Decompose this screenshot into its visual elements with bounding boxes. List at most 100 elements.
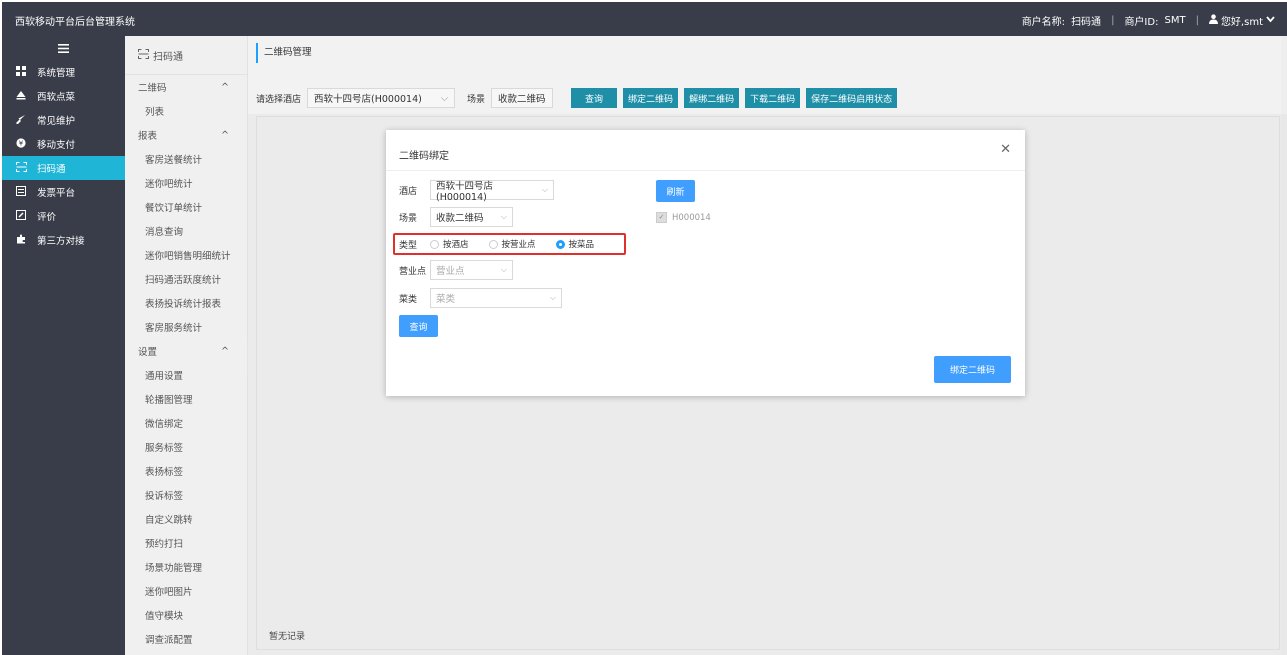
- coin-icon: ¥: [15, 137, 27, 151]
- subnav-item[interactable]: 自定义跳转: [125, 507, 247, 531]
- subnav-item[interactable]: 客房送餐统计: [125, 147, 247, 171]
- select-value: 收款二维码: [436, 213, 484, 224]
- bind-qrcode-button[interactable]: 绑定二维码: [623, 88, 679, 108]
- subnav-item[interactable]: 调查派配置: [125, 627, 247, 651]
- refresh-button[interactable]: 刷新: [656, 180, 695, 202]
- merchant-id-label: 商户ID:: [1124, 17, 1159, 28]
- outlet-select[interactable]: 营业点 ⌵: [430, 260, 513, 280]
- subnav-item[interactable]: 扫码通活跃度统计: [125, 267, 247, 291]
- subnav-item[interactable]: 迷你吧统计: [125, 171, 247, 195]
- eject-icon: [15, 90, 27, 103]
- sub-navigation: 扫码通 二维码 ^ 列表 报表 ^ 客房送餐统计 迷你吧统计 餐饮订单统计 消息查询…: [125, 36, 254, 655]
- hotel-select[interactable]: 西软十四号店(H000014) ⌵: [430, 180, 554, 203]
- subnav-item[interactable]: 场景功能管理: [125, 555, 247, 579]
- sidebar-item-label: 发票平台: [37, 188, 76, 199]
- sidebar-item-third-party[interactable]: 第三方对接: [2, 228, 125, 252]
- save-status-button[interactable]: 保存二维码启用状态: [806, 88, 898, 108]
- subnav-item[interactable]: 微信绑定: [125, 411, 247, 435]
- category-row: 菜类 菜类 ⌵: [399, 288, 562, 308]
- chevron-up-icon: ^: [221, 129, 229, 141]
- subnav-item[interactable]: 消息查询: [125, 219, 247, 243]
- puzzle-icon: [15, 234, 27, 247]
- subnav-group-settings[interactable]: 设置 ^: [125, 339, 247, 363]
- main-sidebar: 系统管理 西软点菜 常见维护 ¥ 移动支付 扫码通 发票平台 评价 第三方对接: [2, 36, 125, 655]
- sidebar-item-label: 西软点菜: [37, 92, 76, 103]
- subnav-item[interactable]: 轮播图管理: [125, 387, 247, 411]
- sidebar-item-label: 移动支付: [37, 140, 76, 151]
- check-icon: ✓: [656, 212, 667, 223]
- sidebar-item-maintenance[interactable]: 常见维护: [2, 108, 125, 132]
- sidebar-item-review[interactable]: 评价: [2, 204, 125, 228]
- subnav-item-list[interactable]: 列表: [125, 99, 247, 123]
- subnav-item[interactable]: 值守模块: [125, 603, 247, 627]
- close-icon[interactable]: ✕: [1000, 142, 1011, 157]
- query-button[interactable]: 查询: [571, 88, 618, 108]
- group-label: 设置: [138, 347, 158, 358]
- subnav-group-qrcode[interactable]: 二维码 ^: [125, 75, 247, 99]
- sidebar-item-label: 系统管理: [37, 68, 76, 79]
- chevron-up-icon: ^: [221, 345, 229, 357]
- app-title: 西软移动平台后台管理系统: [15, 17, 135, 28]
- sidebar-item-system[interactable]: 系统管理: [2, 60, 125, 84]
- scene-select[interactable]: 收款二维码 ⌵: [430, 207, 513, 227]
- subnav-item[interactable]: 投诉标签: [125, 483, 247, 507]
- svg-text:¥: ¥: [19, 139, 24, 147]
- user-menu[interactable]: 您好,smt: [1208, 13, 1275, 28]
- user-greeting: 您好,smt: [1220, 17, 1263, 28]
- select-value: 收款二维码: [498, 94, 546, 105]
- category-label: 菜类: [399, 294, 418, 305]
- account-info: 商户名称: 扫码通 | 商户ID: SMT | 您好,smt: [1022, 13, 1275, 28]
- outlet-label: 营业点: [399, 266, 427, 277]
- select-placeholder: 菜类: [436, 294, 456, 305]
- download-qrcode-button[interactable]: 下载二维码: [745, 88, 801, 108]
- hotel-filter-label: 请选择酒店: [256, 94, 302, 105]
- modal-query-button[interactable]: 查询: [399, 315, 438, 337]
- scene-filter-select[interactable]: 收款二维码: [491, 88, 554, 108]
- dialog-header: 二维码绑定 ✕: [386, 130, 1025, 171]
- hotel-filter-select[interactable]: 西软十四号店(H000014) ⌵: [307, 88, 456, 108]
- sidebar-item-label: 扫码通: [37, 164, 66, 175]
- top-bar: 西软移动平台后台管理系统 商户名称: 扫码通 | 商户ID: SMT | 您好,…: [2, 2, 1287, 36]
- sidebar-item-label: 第三方对接: [37, 236, 85, 247]
- highlight-box: [393, 233, 626, 255]
- menu-toggle-icon[interactable]: [2, 36, 125, 60]
- bind-qrcode-submit-button[interactable]: 绑定二维码: [934, 356, 1011, 383]
- subnav-item[interactable]: 通用设置: [125, 363, 247, 387]
- edit-icon: [15, 209, 27, 223]
- select-value: 西软十四号店(H000014): [314, 94, 422, 105]
- subnav-item[interactable]: 表扬标签: [125, 459, 247, 483]
- scene-label: 场景: [399, 213, 418, 224]
- hotel-row: 酒店 西软十四号店(H000014) ⌵: [399, 180, 554, 203]
- sidebar-item-invoice[interactable]: 发票平台: [2, 180, 125, 204]
- sidebar-item-ordering[interactable]: 西软点菜: [2, 84, 125, 108]
- chevron-down-icon: ⌵: [549, 293, 556, 302]
- subnav-item[interactable]: 餐饮订单统计: [125, 195, 247, 219]
- chevron-down-icon: ⌵: [500, 265, 507, 274]
- unbind-qrcode-button[interactable]: 解绑二维码: [684, 88, 740, 108]
- sidebar-item-payment[interactable]: ¥ 移动支付: [2, 132, 125, 156]
- category-select[interactable]: 菜类 ⌵: [430, 288, 562, 308]
- chevron-down-icon: ⌵: [541, 185, 548, 194]
- chevron-down-icon: ⌵: [500, 212, 507, 221]
- hotel-label: 酒店: [399, 186, 418, 197]
- subnav-item[interactable]: 预约打扫: [125, 531, 247, 555]
- subnav-item[interactable]: 表扬投诉统计报表: [125, 291, 247, 315]
- subnav-item[interactable]: 迷你吧图片: [125, 579, 247, 603]
- hotel-checkbox-row[interactable]: ✓ H000014: [656, 212, 711, 223]
- subnav-item[interactable]: 客房服务统计: [125, 315, 247, 339]
- checkbox-label: H000014: [672, 212, 711, 223]
- divider: |: [1111, 15, 1115, 26]
- sidebar-item-label: 评价: [37, 212, 57, 223]
- scene-row: 场景 收款二维码 ⌵: [399, 207, 513, 227]
- group-label: 二维码: [138, 83, 167, 94]
- sidebar-item-scan[interactable]: 扫码通: [2, 156, 125, 180]
- merchant-id: SMT: [1164, 15, 1186, 26]
- merchant-name-label: 商户名称:: [1021, 17, 1066, 28]
- subnav-item[interactable]: 服务标签: [125, 435, 247, 459]
- scene-filter-label: 场景: [467, 94, 486, 105]
- filter-bar: 请选择酒店 西软十四号店(H000014) ⌵ 场景 收款二维码 查询 绑定二维…: [256, 88, 898, 108]
- list-icon: [15, 185, 27, 199]
- subnav-group-reports[interactable]: 报表 ^: [125, 123, 247, 147]
- wrench-icon: [15, 114, 27, 127]
- subnav-item[interactable]: 迷你吧销售明细统计: [125, 243, 247, 267]
